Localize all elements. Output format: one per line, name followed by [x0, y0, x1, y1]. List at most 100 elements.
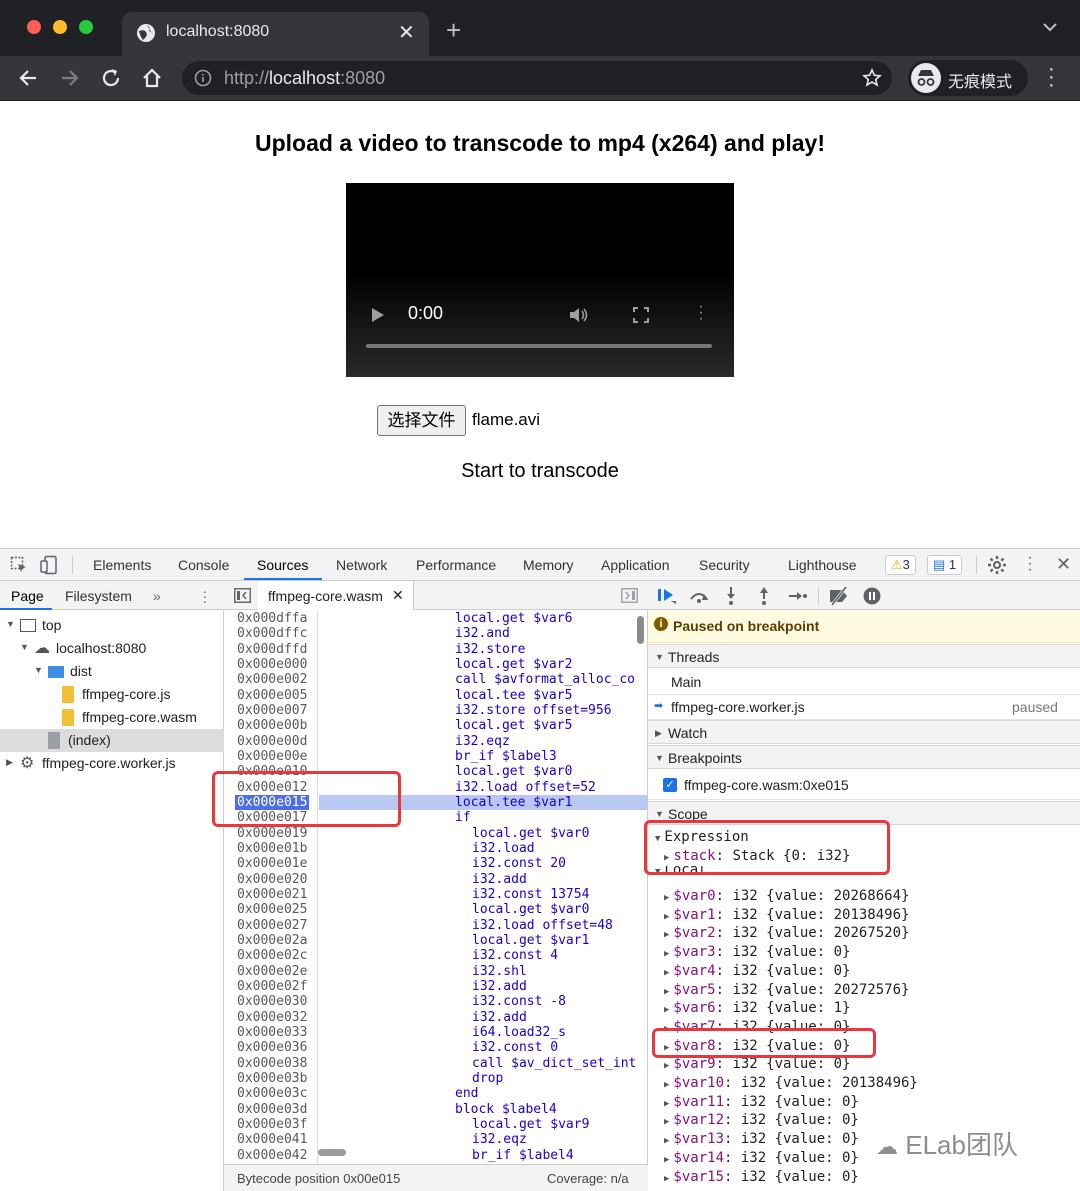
- code-line[interactable]: 0x000e00b local.get $var5: [224, 718, 648, 733]
- breakpoints-section-header[interactable]: ▼ Breakpoints: [648, 745, 1080, 769]
- code-line[interactable]: 0x000e002 call $avformat_alloc_co: [224, 672, 648, 687]
- expand-triangle-icon[interactable]: ▼: [20, 642, 29, 652]
- local-variable[interactable]: ▶ $var10: i32 {value: 20138496}: [664, 1074, 918, 1093]
- line-address[interactable]: 0x000e021: [237, 887, 307, 902]
- tree-item[interactable]: ▼ top: [0, 614, 224, 637]
- video-player[interactable]: 0:00 · · ·: [346, 183, 734, 377]
- tree-item[interactable]: ▶ ⚙ ffmpeg-core.worker.js: [0, 752, 224, 775]
- local-variable[interactable]: ▶ $var6: i32 {value: 1}: [664, 999, 850, 1018]
- step-over-icon[interactable]: [688, 588, 710, 604]
- code-line[interactable]: 0x000e025 local.get $var0: [224, 902, 648, 917]
- collapsed-triangle-icon[interactable]: ▶: [6, 757, 13, 768]
- watch-section-header[interactable]: ▶ Watch: [648, 720, 1080, 744]
- tree-item[interactable]: ▼ dist: [0, 660, 224, 683]
- code-line[interactable]: 0x000e02a local.get $var1: [224, 933, 648, 948]
- line-address[interactable]: 0x000e032: [237, 1010, 307, 1025]
- back-icon[interactable]: [16, 65, 42, 91]
- code-line[interactable]: 0x000e02f i32.add: [224, 979, 648, 994]
- line-address[interactable]: 0x000e007: [237, 703, 307, 718]
- tab-memory[interactable]: Memory: [523, 557, 574, 573]
- devtools-more-icon[interactable]: · · ·: [1027, 550, 1033, 578]
- tab-console[interactable]: Console: [178, 557, 229, 573]
- code-line[interactable]: 0x000e041 i32.eqz: [224, 1132, 648, 1147]
- line-address[interactable]: 0x000e020: [237, 872, 307, 887]
- tree-item[interactable]: ffmpeg-core.wasm: [0, 706, 224, 729]
- local-variable[interactable]: ▶ $var5: i32 {value: 20272576}: [664, 981, 909, 1000]
- close-window-button[interactable]: [27, 20, 41, 34]
- toggle-debugger-icon[interactable]: [621, 588, 638, 603]
- volume-icon[interactable]: [568, 305, 590, 325]
- video-progress-bar[interactable]: [366, 344, 712, 348]
- code-line[interactable]: 0x000e01b i32.load: [224, 841, 648, 856]
- breakpoint-item[interactable]: ✓ ffmpeg-core.wasm:0xe015: [648, 770, 1080, 800]
- info-icon[interactable]: [194, 69, 212, 87]
- toggle-navigator-icon[interactable]: [234, 588, 251, 603]
- deactivate-breakpoints-icon[interactable]: [828, 586, 850, 606]
- line-address[interactable]: 0x000dffc: [237, 626, 307, 641]
- code-line[interactable]: 0x000e01e i32.const 20: [224, 856, 648, 871]
- code-line[interactable]: 0x000e042 br_if $label4: [224, 1148, 648, 1163]
- tab-close-icon[interactable]: ✕: [398, 20, 415, 45]
- messages-badge[interactable]: ▤ 1: [927, 555, 963, 575]
- local-variable[interactable]: ▶ $var4: i32 {value: 0}: [664, 962, 850, 981]
- address-bar[interactable]: http://localhost:8080: [182, 61, 892, 95]
- local-variable[interactable]: ▶ $var13: i32 {value: 0}: [664, 1130, 859, 1149]
- local-variable[interactable]: ▶ $var15: i32 {value: 0}: [664, 1168, 859, 1187]
- tree-item[interactable]: ffmpeg-core.js: [0, 683, 224, 706]
- line-address[interactable]: 0x000dffd: [237, 642, 307, 657]
- tab-performance[interactable]: Performance: [416, 557, 496, 573]
- code-line[interactable]: 0x000e03f local.get $var9: [224, 1117, 648, 1132]
- code-line[interactable]: 0x000e033 i64.load32_s: [224, 1025, 648, 1040]
- line-address[interactable]: 0x000e041: [237, 1132, 307, 1147]
- line-address[interactable]: 0x000e03d: [237, 1102, 307, 1117]
- more-tabs-chevron-icon[interactable]: »: [153, 588, 161, 604]
- code-line[interactable]: 0x000e03d block $label4: [224, 1102, 648, 1117]
- code-line[interactable]: 0x000e000 local.get $var2: [224, 657, 648, 672]
- browser-menu-icon[interactable]: · · ·: [1048, 59, 1055, 95]
- line-address[interactable]: 0x000e02c: [237, 948, 307, 963]
- code-line[interactable]: 0x000e021 i32.const 13754: [224, 887, 648, 902]
- close-file-icon[interactable]: ✕: [392, 587, 404, 604]
- local-variable[interactable]: ▶ $var3: i32 {value: 0}: [664, 943, 850, 962]
- line-address[interactable]: 0x000e030: [237, 994, 307, 1009]
- line-address[interactable]: 0x000e000: [237, 657, 307, 672]
- line-address[interactable]: 0x000e01e: [237, 856, 307, 871]
- step-icon[interactable]: [787, 588, 807, 604]
- line-address[interactable]: 0x000e02f: [237, 979, 307, 994]
- local-variable[interactable]: ▶ $var12: i32 {value: 0}: [664, 1111, 859, 1130]
- line-address[interactable]: 0x000e036: [237, 1040, 307, 1055]
- settings-gear-icon[interactable]: [987, 555, 1007, 575]
- local-variable[interactable]: ▶ $var2: i32 {value: 20267520}: [664, 924, 909, 943]
- line-address[interactable]: 0x000e025: [237, 902, 307, 917]
- code-line[interactable]: 0x000dffd i32.store: [224, 642, 648, 657]
- code-line[interactable]: 0x000e032 i32.add: [224, 1010, 648, 1025]
- code-line[interactable]: 0x000e020 i32.add: [224, 872, 648, 887]
- line-address[interactable]: 0x000dffa: [237, 611, 307, 626]
- fullscreen-icon[interactable]: [633, 307, 649, 323]
- new-tab-icon[interactable]: +: [446, 17, 461, 43]
- play-icon[interactable]: [371, 307, 385, 323]
- tab-search-chevron-icon[interactable]: [1042, 22, 1058, 32]
- inspect-element-icon[interactable]: [10, 556, 28, 574]
- bookmark-star-icon[interactable]: [862, 68, 882, 88]
- reload-icon[interactable]: [98, 65, 124, 91]
- nav-tab-page[interactable]: Page: [11, 588, 44, 604]
- code-line[interactable]: 0x000e038 call $av_dict_set_int: [224, 1056, 648, 1071]
- tree-item[interactable]: (index): [0, 729, 224, 752]
- local-variable[interactable]: ▶ $var1: i32 {value: 20138496}: [664, 906, 909, 925]
- line-address[interactable]: 0x000e042: [237, 1148, 307, 1163]
- minimize-window-button[interactable]: [53, 20, 67, 34]
- code-line[interactable]: 0x000e03c end: [224, 1086, 648, 1101]
- thread-worker[interactable]: ➡ ffmpeg-core.worker.js paused: [648, 694, 1080, 720]
- expand-triangle-icon[interactable]: ▼: [6, 619, 15, 629]
- line-address[interactable]: 0x000e00d: [237, 734, 307, 749]
- incognito-indicator[interactable]: 无痕模式: [908, 60, 1028, 96]
- tree-item[interactable]: ▼ ☁ localhost:8080: [0, 637, 224, 660]
- line-address[interactable]: 0x000e033: [237, 1025, 307, 1040]
- code-line[interactable]: 0x000e030 i32.const -8: [224, 994, 648, 1009]
- code-line[interactable]: 0x000e02e i32.shl: [224, 964, 648, 979]
- code-line[interactable]: 0x000e00d i32.eqz: [224, 734, 648, 749]
- code-line[interactable]: 0x000e007 i32.store offset=956: [224, 703, 648, 718]
- expand-triangle-icon[interactable]: ▼: [34, 665, 43, 675]
- line-address[interactable]: 0x000e019: [237, 826, 307, 841]
